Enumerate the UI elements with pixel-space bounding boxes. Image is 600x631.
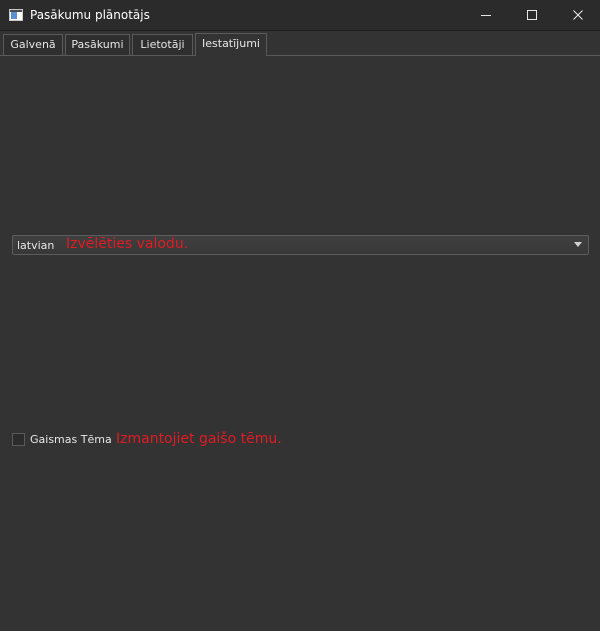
light-theme-label[interactable]: Gaismas Tēma [30,433,112,446]
close-button[interactable] [555,0,600,30]
chevron-down-icon [574,242,582,247]
tab-galvena[interactable]: Galvenā [3,34,63,55]
language-selected-value: latvian [17,239,55,252]
maximize-button[interactable] [509,0,555,30]
light-theme-checkbox[interactable] [12,433,25,446]
minimize-icon [481,15,491,16]
tab-pasakumi[interactable]: Pasākumi [65,34,130,55]
tab-iestatijumi[interactable]: Iestatījumi [195,33,267,56]
light-theme-hint: Izmantojiet gaišo tēmu. [116,431,282,447]
app-window: Pasākumu plānotājs Galvenā Pasākumi Liet… [0,0,600,631]
window-title: Pasākumu plānotājs [30,8,150,22]
title-bar[interactable]: Pasākumu plānotājs [0,0,600,31]
language-hint: Izvēlēties valodu. [66,236,189,252]
close-icon [573,10,583,20]
minimize-button[interactable] [463,0,509,30]
tab-bar-divider [0,55,600,56]
app-window-icon [9,9,23,21]
tab-lietotaji[interactable]: Lietotāji [132,34,193,55]
maximize-icon [527,10,537,20]
